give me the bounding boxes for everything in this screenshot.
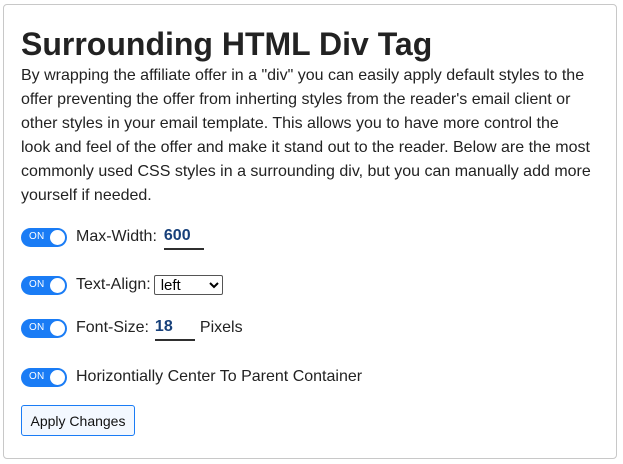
font-size-input[interactable] [154, 315, 195, 341]
max-width-row: ON Max-Width: [21, 222, 204, 252]
toggle-knob [50, 277, 65, 293]
text-align-label: Text-Align: [76, 276, 151, 293]
toggle-knob [50, 320, 65, 336]
section-title: Surrounding HTML Div Tag [21, 26, 433, 62]
toggle-on-label: ON [29, 322, 45, 333]
toggle-on-label: ON [29, 371, 45, 382]
text-align-toggle[interactable]: ON [21, 275, 67, 295]
toggle-knob [50, 369, 65, 385]
toggle-on-label: ON [29, 279, 45, 290]
center-label: Horizontially Center To Parent Container [76, 368, 363, 385]
font-size-unit: Pixels [199, 319, 243, 336]
toggle-on-label: ON [29, 231, 45, 242]
font-size-label: Font-Size: [76, 319, 149, 336]
max-width-toggle[interactable]: ON [21, 227, 67, 247]
apply-changes-button[interactable]: Apply Changes [21, 405, 135, 436]
toggle-knob [50, 229, 65, 245]
max-width-input[interactable] [163, 224, 204, 250]
text-align-row: ON Text-Align: left [21, 270, 223, 300]
text-align-select[interactable]: left [153, 275, 223, 295]
font-size-toggle[interactable]: ON [21, 318, 67, 338]
center-row: ON Horizontially Center To Parent Contai… [21, 362, 362, 392]
center-toggle[interactable]: ON [21, 367, 67, 387]
section-description: By wrapping the affiliate offer in a "di… [21, 67, 591, 204]
max-width-label: Max-Width: [76, 228, 157, 245]
font-size-row: ON Font-Size: Pixels [21, 313, 243, 343]
